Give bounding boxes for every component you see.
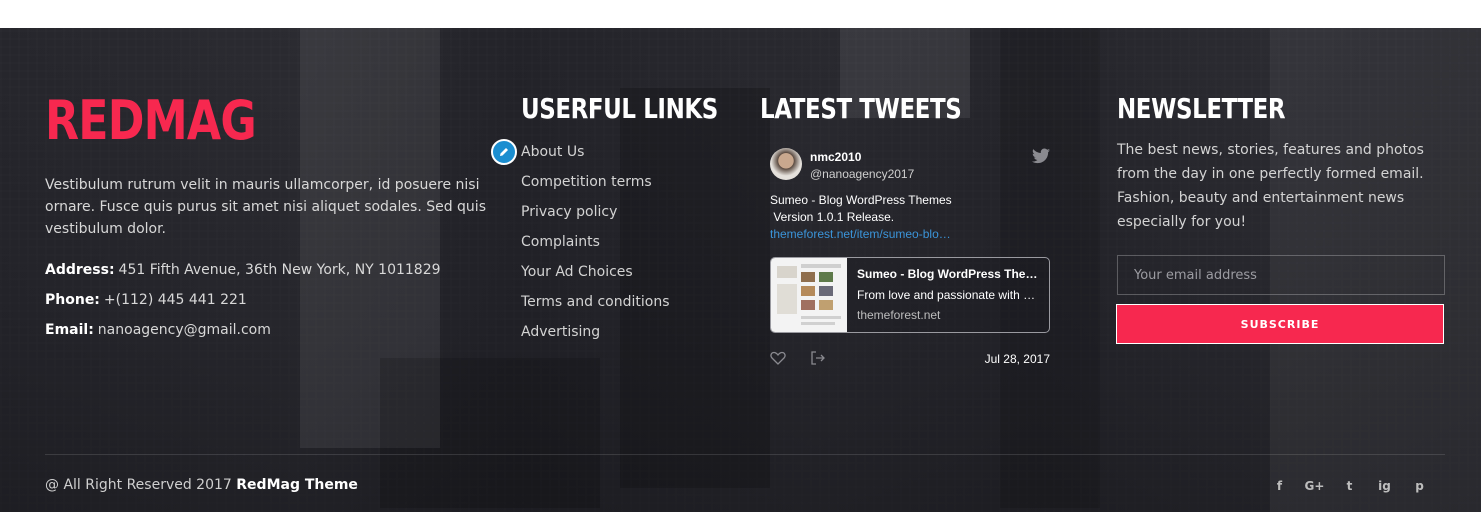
footer-divider <box>45 454 1445 455</box>
pinterest-icon[interactable]: p <box>1402 478 1437 494</box>
contact-address: Address: 451 Fifth Avenue, 36th New York,… <box>45 260 490 280</box>
google-plus-icon[interactable]: G+ <box>1297 478 1332 494</box>
top-white-bar <box>0 0 1481 28</box>
link-complaints[interactable]: Complaints <box>521 232 670 262</box>
copyright-brand-link[interactable]: RedMag Theme <box>236 477 358 493</box>
pencil-icon <box>500 148 508 156</box>
social-links: f G+ t ig p <box>1262 478 1437 494</box>
tweets-title: LATEST TWEETS <box>760 92 962 125</box>
card-title: Sumeo - Blog WordPress The… <box>857 267 1038 281</box>
about-text: Vestibulum rutrum velit in mauris ullamc… <box>45 177 486 237</box>
link-privacy-policy[interactable]: Privacy policy <box>521 202 670 232</box>
tweet-text-line: Sumeo - Blog WordPress Themes <box>770 193 952 207</box>
email-label: Email: <box>45 322 94 338</box>
subscribe-button[interactable]: SUBSCRIBE <box>1116 304 1444 344</box>
card-description: From love and passionate with … <box>857 288 1036 302</box>
contact-phone: Phone: +(112) 445 441 221 <box>45 290 490 310</box>
phone-value: +(112) 445 441 221 <box>103 292 247 308</box>
address-label: Address: <box>45 262 115 278</box>
copyright-text: @ All Right Reserved 2017 RedMag Theme <box>45 475 358 495</box>
phone-label: Phone: <box>45 292 100 308</box>
facebook-icon[interactable]: f <box>1262 478 1297 494</box>
tweet-text: Sumeo - Blog WordPress Themes Version 1.… <box>770 192 1050 243</box>
link-ad-choices[interactable]: Your Ad Choices <box>521 262 670 292</box>
tweet-author-handle[interactable]: @nanoagency2017 <box>810 167 914 181</box>
newsletter-description: The best news, stories, features and pho… <box>1117 142 1424 230</box>
tweet-text-line: Version 1.0.1 Release. <box>770 210 895 224</box>
link-about-us[interactable]: About Us <box>521 142 670 172</box>
useful-links-list: About Us Competition terms Privacy polic… <box>521 142 670 352</box>
twitter-icon[interactable]: t <box>1332 478 1367 494</box>
avatar[interactable] <box>770 148 802 180</box>
twitter-bird-icon[interactable] <box>1032 148 1050 164</box>
copyright-prefix: @ All Right Reserved 2017 <box>45 477 232 493</box>
edit-pencil-icon[interactable] <box>491 139 517 165</box>
tweet-actions: Jul 28, 2017 <box>770 350 1050 368</box>
link-advertising[interactable]: Advertising <box>521 322 670 352</box>
card-domain: themeforest.net <box>857 308 941 322</box>
instagram-icon[interactable]: ig <box>1367 478 1402 494</box>
email-input[interactable] <box>1117 255 1445 295</box>
links-title: USERFUL LINKS <box>521 92 718 125</box>
heart-icon[interactable] <box>770 351 786 365</box>
footer-logo[interactable]: REDMAG <box>45 92 257 150</box>
email-value[interactable]: nanoagency@gmail.com <box>98 322 271 338</box>
link-competition-terms[interactable]: Competition terms <box>521 172 670 202</box>
tweet-link[interactable]: themeforest.net/item/sumeo-blo… <box>770 226 1050 243</box>
tweet-author-name[interactable]: nmc2010 <box>810 150 861 164</box>
card-thumbnail <box>771 258 847 332</box>
tweet-link-card[interactable]: Sumeo - Blog WordPress The… From love an… <box>770 257 1050 333</box>
address-value: 451 Fifth Avenue, 36th New York, NY 1011… <box>118 262 441 278</box>
link-terms-conditions[interactable]: Terms and conditions <box>521 292 670 322</box>
share-icon[interactable] <box>810 351 826 365</box>
tweet-date[interactable]: Jul 28, 2017 <box>985 352 1050 366</box>
newsletter-title: NEWSLETTER <box>1117 92 1286 125</box>
tweet-header: nmc2010 @nanoagency2017 <box>770 148 1050 188</box>
contact-email: Email: nanoagency@gmail.com <box>45 320 490 340</box>
background-building <box>380 358 600 508</box>
site-footer: REDMAG Vestibulum rutrum velit in mauris… <box>0 28 1481 512</box>
